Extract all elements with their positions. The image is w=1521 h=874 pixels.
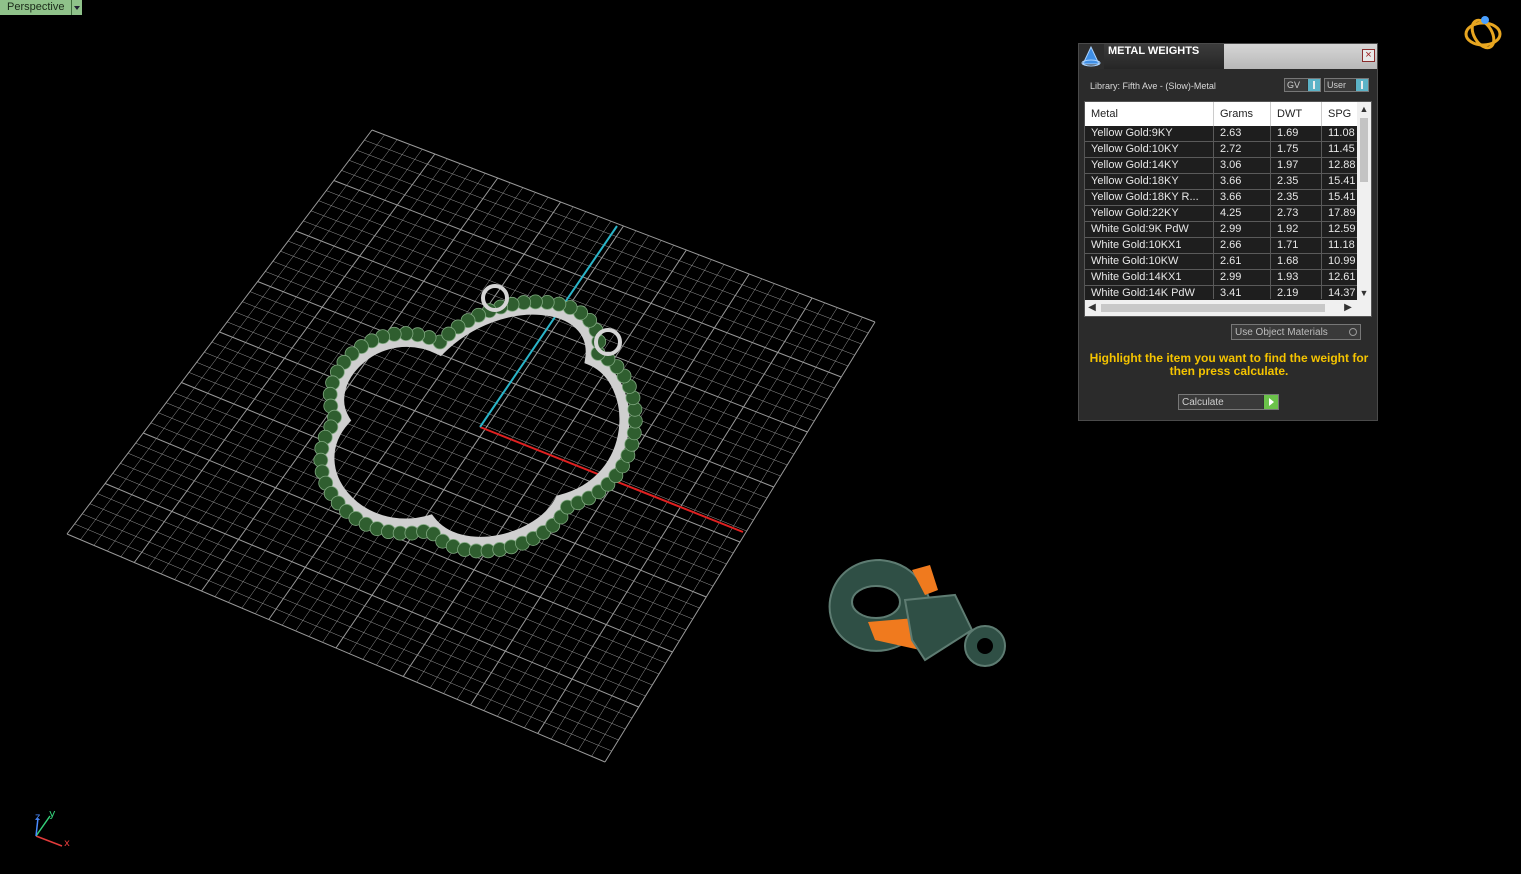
table-cell: 12.59 xyxy=(1322,222,1357,238)
table-cell: 17.89 xyxy=(1322,206,1357,222)
viewport-label[interactable]: Perspective xyxy=(0,0,83,15)
table-cell: White Gold:9K PdW xyxy=(1085,222,1214,238)
table-cell: White Gold:14K PdW xyxy=(1085,286,1214,299)
table-header: Metal Grams DWT SPG xyxy=(1085,102,1362,126)
table-cell: Yellow Gold:22KY xyxy=(1085,206,1214,222)
instruction-text: Highlight the item you want to find the … xyxy=(1089,351,1369,378)
table-cell: 2.66 xyxy=(1214,238,1271,254)
table-cell: Yellow Gold:14KY xyxy=(1085,158,1214,174)
table-cell: 4.25 xyxy=(1214,206,1271,222)
scroll-down-icon[interactable]: ▼ xyxy=(1357,286,1371,300)
table-row[interactable]: Yellow Gold:22KY 4.25 2.73 17.89 xyxy=(1085,206,1357,222)
table-cell: 1.97 xyxy=(1271,158,1322,174)
table-cell: 15.41 xyxy=(1322,190,1357,206)
panel-title: METAL WEIGHTS xyxy=(1104,44,1224,69)
table-cell: Yellow Gold:18KY R... xyxy=(1085,190,1214,206)
table-cell: Yellow Gold:10KY xyxy=(1085,142,1214,158)
table-cell: 11.08 xyxy=(1322,126,1357,142)
table-cell: 1.75 xyxy=(1271,142,1322,158)
table-body: Yellow Gold:9KY 2.63 1.69 11.08 Yellow Gold:… xyxy=(1085,126,1357,299)
scroll-right-icon[interactable]: ▶ xyxy=(1341,300,1355,316)
table-cell: 3.66 xyxy=(1214,190,1271,206)
mode-select-button-icon[interactable] xyxy=(1355,79,1368,91)
table-cell: White Gold:10KW xyxy=(1085,254,1214,270)
table-cell: 14.37 xyxy=(1322,286,1357,299)
table-cell: 15.41 xyxy=(1322,174,1357,190)
vertical-scrollbar[interactable]: ▲ ▼ xyxy=(1357,102,1371,300)
table-cell: 1.68 xyxy=(1271,254,1322,270)
table-cell: 3.06 xyxy=(1214,158,1271,174)
table-cell: 1.69 xyxy=(1271,126,1322,142)
unit-select-button-icon[interactable] xyxy=(1307,79,1320,91)
table-cell: 2.35 xyxy=(1271,190,1322,206)
unit-select-value: GV xyxy=(1287,80,1301,90)
use-object-materials-label: Use Object Materials xyxy=(1235,327,1328,338)
viewport-name[interactable]: Perspective xyxy=(0,0,72,15)
construction-grid xyxy=(66,129,876,763)
col-dwt[interactable]: DWT xyxy=(1271,102,1322,126)
col-spg[interactable]: SPG xyxy=(1322,102,1362,126)
unit-select[interactable]: GV xyxy=(1284,78,1321,92)
table-cell: White Gold:14KX1 xyxy=(1085,270,1214,286)
table-row[interactable]: Yellow Gold:14KY 3.06 1.97 12.88 xyxy=(1085,158,1357,174)
metal-weights-panel: METAL WEIGHTS × Library: Fifth Ave - (Sl… xyxy=(1078,43,1378,421)
table-cell: 2.63 xyxy=(1214,126,1271,142)
col-metal[interactable]: Metal xyxy=(1085,102,1214,126)
radio-icon[interactable] xyxy=(1349,328,1357,336)
table-cell: Yellow Gold:9KY xyxy=(1085,126,1214,142)
scroll-left-icon[interactable]: ◀ xyxy=(1085,300,1099,316)
table-cell: 3.66 xyxy=(1214,174,1271,190)
table-row[interactable]: White Gold:10KX1 2.66 1.71 11.18 xyxy=(1085,238,1357,254)
table-cell: 2.61 xyxy=(1214,254,1271,270)
app-logo-icon xyxy=(1079,44,1104,69)
horizontal-scroll-thumb[interactable] xyxy=(1101,304,1325,312)
horizontal-scrollbar[interactable]: ◀ ▶ xyxy=(1085,300,1371,316)
scroll-up-icon[interactable]: ▲ xyxy=(1357,102,1371,116)
calculate-button[interactable]: Calculate xyxy=(1178,394,1279,410)
axis-x-label: x xyxy=(64,838,70,849)
metal-table[interactable]: Metal Grams DWT SPG Yellow Gold:9KY 2.63 1… xyxy=(1084,101,1372,317)
table-row[interactable]: White Gold:9K PdW 2.99 1.92 12.59 xyxy=(1085,222,1357,238)
table-row[interactable]: Yellow Gold:10KY 2.72 1.75 11.45 xyxy=(1085,142,1357,158)
viewport-dropdown-icon[interactable] xyxy=(71,0,83,15)
table-cell: 11.18 xyxy=(1322,238,1357,254)
use-object-materials-toggle[interactable]: Use Object Materials xyxy=(1231,324,1361,340)
close-icon[interactable]: × xyxy=(1362,49,1375,62)
table-cell: 2.73 xyxy=(1271,206,1322,222)
table-cell: Yellow Gold:18KY xyxy=(1085,174,1214,190)
table-cell: 3.41 xyxy=(1214,286,1271,299)
orbit-gizmo-icon[interactable] xyxy=(1464,16,1502,51)
table-cell: 2.35 xyxy=(1271,174,1322,190)
library-label: Library: Fifth Ave - (Slow)-Metal xyxy=(1090,81,1216,91)
table-cell: 2.19 xyxy=(1271,286,1322,299)
table-cell: 1.93 xyxy=(1271,270,1322,286)
table-cell: White Gold:10KX1 xyxy=(1085,238,1214,254)
table-cell: 1.71 xyxy=(1271,238,1322,254)
col-grams[interactable]: Grams xyxy=(1214,102,1271,126)
axis-y-label: y xyxy=(49,807,56,820)
lobster-clasp-model[interactable] xyxy=(828,558,1006,667)
table-cell: 2.72 xyxy=(1214,142,1271,158)
table-cell: 1.92 xyxy=(1271,222,1322,238)
calculate-label: Calculate xyxy=(1182,397,1224,408)
table-cell: 2.99 xyxy=(1214,222,1271,238)
table-row[interactable]: White Gold:14KX1 2.99 1.93 12.61 xyxy=(1085,270,1357,286)
table-row[interactable]: White Gold:10KW 2.61 1.68 10.99 xyxy=(1085,254,1357,270)
mode-select[interactable]: User xyxy=(1324,78,1369,92)
table-row[interactable]: White Gold:14K PdW 3.41 2.19 14.37 xyxy=(1085,286,1357,299)
table-cell: 10.99 xyxy=(1322,254,1357,270)
table-cell: 2.99 xyxy=(1214,270,1271,286)
table-cell: 12.88 xyxy=(1322,158,1357,174)
panel-title-bar[interactable]: METAL WEIGHTS × xyxy=(1079,44,1377,69)
table-row[interactable]: Yellow Gold:9KY 2.63 1.69 11.08 xyxy=(1085,126,1357,142)
table-cell: 12.61 xyxy=(1322,270,1357,286)
mode-select-value: User xyxy=(1327,80,1347,90)
table-cell: 11.45 xyxy=(1322,142,1357,158)
axis-z-label: z xyxy=(35,812,41,823)
gem-beads xyxy=(313,294,643,559)
table-row[interactable]: Yellow Gold:18KY 3.66 2.35 15.41 xyxy=(1085,174,1357,190)
play-icon[interactable] xyxy=(1263,395,1278,409)
vertical-scroll-thumb[interactable] xyxy=(1360,118,1368,182)
table-row[interactable]: Yellow Gold:18KY R... 3.66 2.35 15.41 xyxy=(1085,190,1357,206)
